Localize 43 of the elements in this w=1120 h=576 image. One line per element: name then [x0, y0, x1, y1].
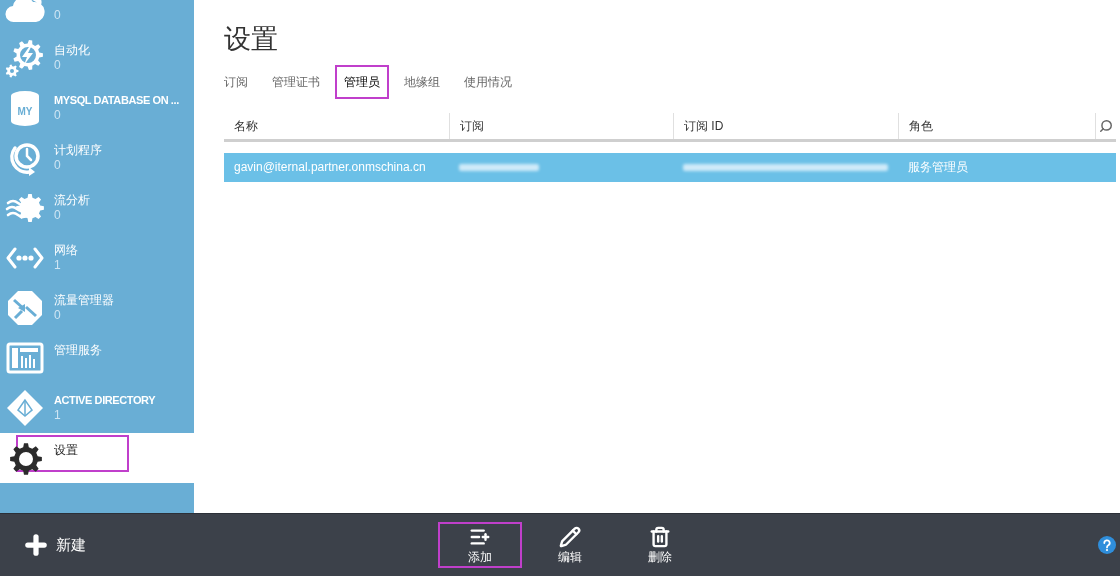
- action-button[interactable]: 删除: [618, 522, 702, 568]
- item-count: 0: [54, 208, 62, 223]
- sidebar-label: 计划程序: [54, 143, 102, 158]
- column-header[interactable]: 名称: [224, 113, 449, 139]
- action-button[interactable]: 编辑: [528, 522, 612, 568]
- item-count: 0: [54, 8, 61, 23]
- octagon-arrows-icon: [5, 288, 45, 328]
- page-title: 设置: [224, 23, 279, 56]
- tab[interactable]: 使用情况: [455, 65, 521, 99]
- item-count: 0: [54, 58, 62, 73]
- tab[interactable]: 地缘组: [395, 65, 449, 99]
- table-cell-text: 服务管理员: [907, 159, 969, 176]
- item-count: 0: [54, 308, 62, 323]
- sidebar-label: MYSQL DATABASE ON ...: [54, 93, 179, 108]
- pencil-icon: [559, 526, 581, 548]
- sidebar-label: 设置: [54, 443, 78, 458]
- sidebar-item[interactable]: 设置: [0, 433, 194, 483]
- item-count: 1: [54, 408, 62, 423]
- trash-icon: [649, 526, 671, 548]
- item-count: 0: [54, 158, 62, 173]
- column-header[interactable]: 订阅 ID: [673, 113, 898, 139]
- column-header[interactable]: 订阅: [449, 113, 673, 139]
- sidebar-label: 流分析: [54, 193, 90, 208]
- action-button[interactable]: 添加: [438, 522, 522, 568]
- item-count: 1: [54, 258, 62, 273]
- sidebar-label: 网络: [54, 243, 78, 258]
- diamond-icon: [5, 388, 45, 428]
- column-header[interactable]: 角色: [898, 113, 1095, 139]
- item-count: 0: [54, 108, 62, 123]
- plus-icon: [22, 531, 50, 559]
- search-icon[interactable]: [1099, 119, 1113, 133]
- tab[interactable]: 管理员: [335, 65, 389, 99]
- sidebar-label: ACTIVE DIRECTORY: [54, 393, 156, 408]
- tab[interactable]: 订阅: [215, 65, 257, 99]
- list-plus-icon: [469, 526, 491, 548]
- table-cell-text: gavin@iternal.partner.onmschina.cn: [233, 159, 427, 176]
- sidebar-label: 自动化: [54, 43, 90, 58]
- gear-lightning-icon: [5, 38, 45, 78]
- tab[interactable]: 管理证书: [263, 65, 329, 99]
- sidebar-label: 流量管理器: [54, 293, 114, 308]
- sidebar-label: 管理服务: [54, 343, 102, 358]
- new-button[interactable]: 新建: [20, 529, 88, 561]
- help-icon[interactable]: [1098, 536, 1116, 554]
